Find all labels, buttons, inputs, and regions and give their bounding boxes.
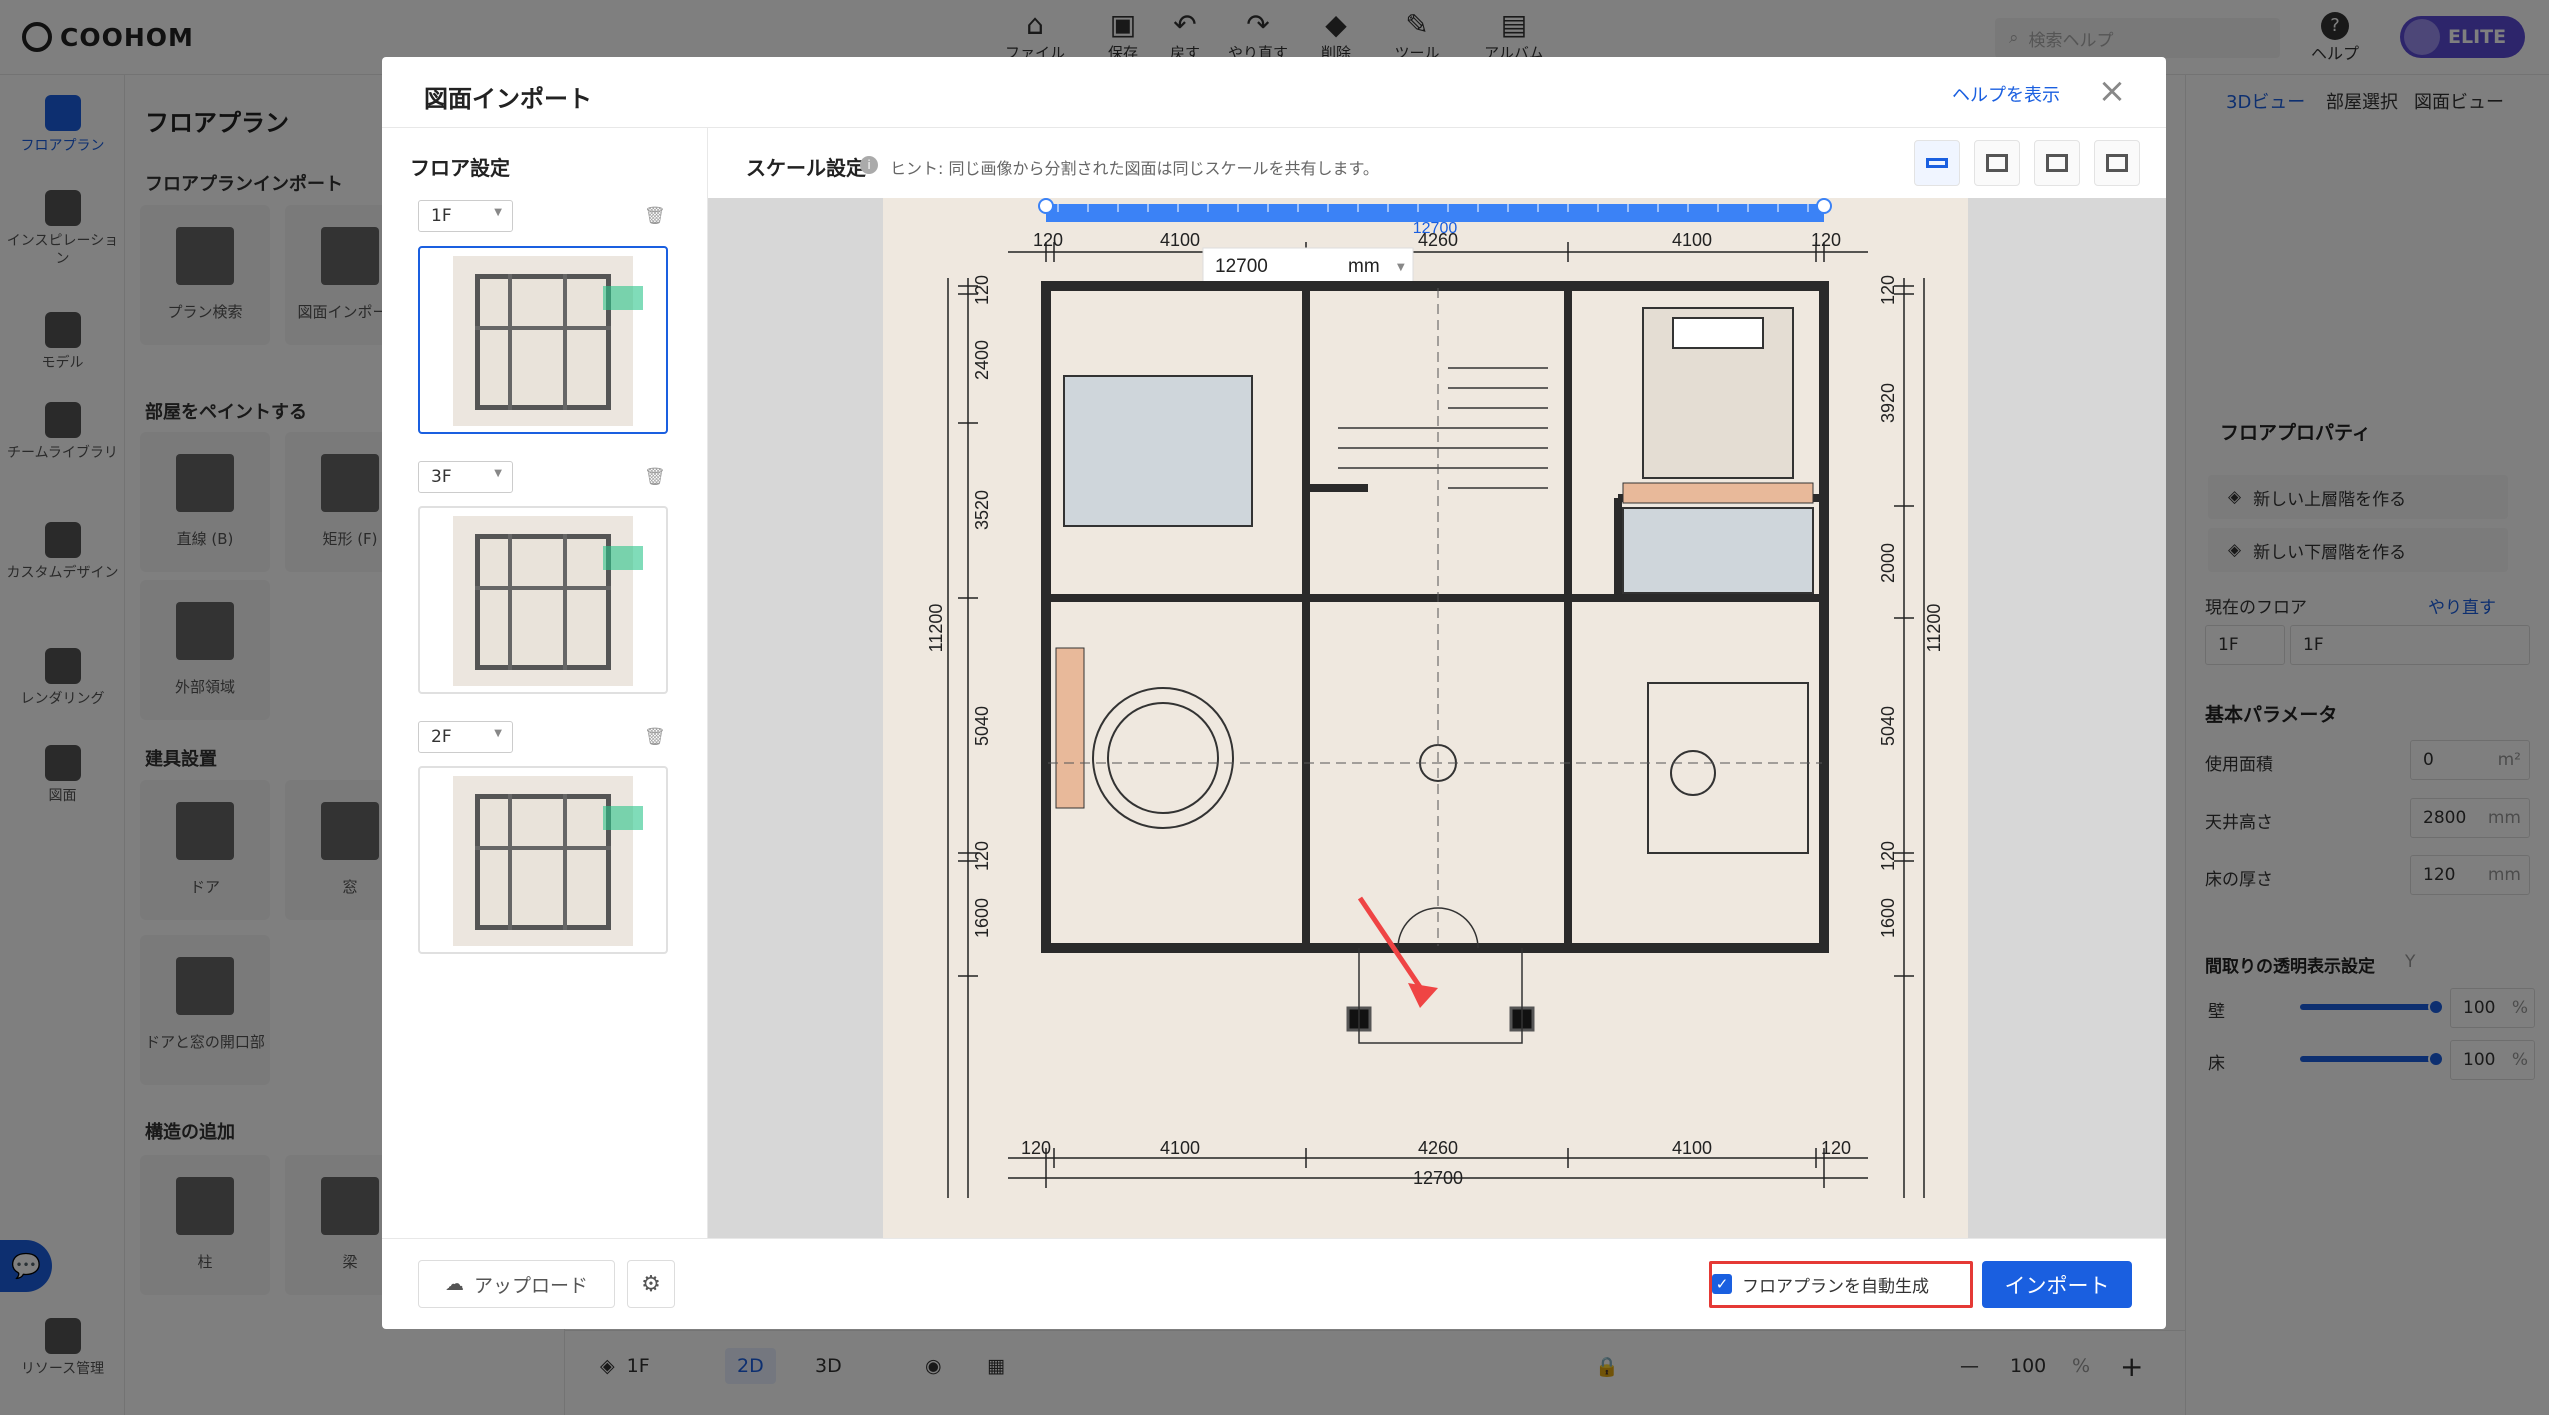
floor-select[interactable]: 1F ▼ [418,200,513,232]
hint-text: ヒント: 同じ画像から分割された図面は同じスケールを共有します。 [890,159,1379,178]
scale-settings-bar: スケール設定 i ヒント: 同じ画像から分割された図面は同じスケールを共有します… [708,128,2166,198]
dim-label: 120 [1878,841,1898,871]
dim-label: 120 [1878,275,1898,305]
crop-tool-button[interactable] [1974,140,2020,186]
blueprint-drawing: 12700 120 4100 4260 4100 120 12700 mm ▼ [883,198,1968,1238]
upload-cloud-icon: ☁ [444,1273,464,1295]
dim-total: 11200 [1924,604,1944,653]
dim-label: 1600 [972,898,992,938]
rotate-icon [2046,154,2068,172]
dim-label: 4260 [1418,230,1458,250]
info-icon[interactable]: i [860,156,878,174]
caret-down-icon: ▼ [494,207,502,218]
align-tool-button[interactable] [2094,140,2140,186]
ruler-icon [1926,158,1948,168]
dim-label: 120 [1811,230,1841,250]
floor-settings-title: フロア設定 [410,156,510,180]
trash-icon[interactable]: 🗑 [644,727,666,747]
dim-label: 120 [972,275,992,305]
crop-icon [1986,154,2008,172]
dim-label: 5040 [1878,706,1898,746]
import-button[interactable]: インポート [1982,1261,2132,1308]
checkbox-checked-icon[interactable]: ✓ [1712,1274,1732,1294]
divider [382,1238,2166,1239]
scale-settings-title: スケール設定 [746,156,866,180]
import-dialog: 図面インポート ヘルプを表示 × フロア設定 1F ▼ 🗑 3F ▼ 🗑 2F ▼ 🗑… [382,57,2166,1329]
caret-down-icon[interactable]: ▼ [1397,262,1405,273]
align-icon [2106,154,2128,172]
upload-button[interactable]: ☁ アップロード [418,1260,615,1308]
dim-label: 120 [1033,230,1063,250]
floor-select[interactable]: 3F ▼ [418,461,513,493]
floor-thumbnail[interactable] [418,246,668,434]
upload-label: アップロード [473,1274,588,1297]
floor-settings-panel: フロア設定 1F ▼ 🗑 3F ▼ 🗑 2F ▼ 🗑 [382,128,708,1238]
dim-label: 120 [972,841,992,871]
dim-label: 120 [1821,1138,1851,1158]
blueprint-canvas[interactable]: 12700 120 4100 4260 4100 120 12700 mm ▼ [708,198,2166,1238]
caret-down-icon: ▼ [494,468,502,479]
ruler-start-handle[interactable] [1038,198,1054,214]
dim-total: 12700 [1413,1168,1463,1188]
caret-down-icon: ▼ [494,728,502,739]
ruler-tool-button[interactable] [1914,140,1960,186]
dim-label: 2000 [1878,543,1898,583]
settings-button[interactable]: ⚙ [627,1260,675,1308]
auto-generate-checkbox[interactable]: ✓ フロアプランを自動生成 [1712,1263,1929,1305]
floor-thumbnail[interactable] [418,506,668,694]
dim-label: 4100 [1160,230,1200,250]
dim-label: 120 [1021,1138,1051,1158]
dim-label: 4100 [1672,1138,1712,1158]
dim-label: 3520 [972,490,992,530]
floor-thumbnail[interactable] [418,766,668,954]
close-icon[interactable]: × [2094,73,2130,109]
dim-label: 4100 [1160,1138,1200,1158]
dim-label: 5040 [972,706,992,746]
dialog-title: 図面インポート [424,85,592,113]
dim-label: 4100 [1672,230,1712,250]
scale-input-value: 12700 [1215,256,1268,277]
scale-unit: mm [1348,256,1380,277]
floor-select[interactable]: 2F ▼ [418,721,513,753]
floor-plan-thumbnail [453,516,643,686]
trash-icon[interactable]: 🗑 [644,467,666,487]
dim-label: 1600 [1878,898,1898,938]
floor-plan-thumbnail [453,256,643,426]
dim-label: 4260 [1418,1138,1458,1158]
dim-label: 3920 [1878,383,1898,423]
floor-select-value: 1F [431,206,452,226]
floor-plan-thumbnail [453,776,643,946]
dim-label: 2400 [972,340,992,380]
rotate-tool-button[interactable] [2034,140,2080,186]
floor-select-value: 2F [431,727,452,747]
help-link[interactable]: ヘルプを表示 [1952,81,2060,107]
ruler-end-handle[interactable] [1816,198,1832,214]
auto-generate-label: フロアプランを自動生成 [1742,1276,1929,1297]
gear-icon: ⚙ [641,1271,661,1297]
dim-total: 11200 [926,604,946,653]
trash-icon[interactable]: 🗑 [644,206,666,226]
floor-select-value: 3F [431,467,452,487]
